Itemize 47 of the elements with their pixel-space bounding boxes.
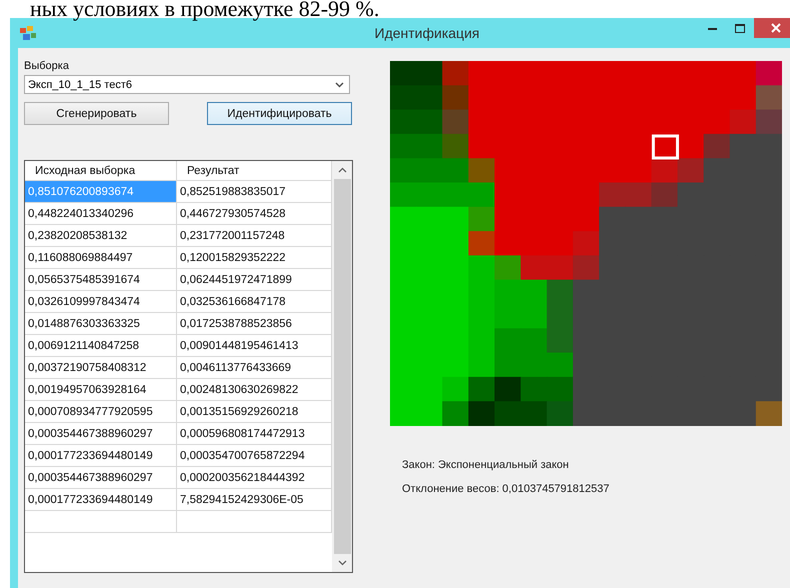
sample-dropdown[interactable]: Эксп_10_1_15 тест6: [24, 75, 350, 94]
table-cell[interactable]: 0,00194957063928164: [25, 379, 177, 400]
maximize-icon: [735, 24, 745, 32]
table-cell[interactable]: 0,446727930574528: [177, 203, 332, 224]
table-cell[interactable]: 7,58294152429306E-05: [177, 489, 332, 510]
minimize-icon: [708, 26, 716, 30]
table-cell[interactable]: 0,000177233694480149: [25, 445, 177, 466]
table-cell[interactable]: 0,00248130630269822: [177, 379, 332, 400]
table-cell[interactable]: 0,000200356218444392: [177, 467, 332, 488]
sample-label: Выборка: [24, 60, 70, 72]
table-cell[interactable]: 0,000596808174472913: [177, 423, 332, 444]
table-cell[interactable]: 0,0046113776433669: [177, 357, 332, 378]
table-cell[interactable]: 0,448224013340296: [25, 203, 177, 224]
document-text: ных условиях в промежутке 82-99 %.: [30, 0, 380, 21]
close-icon: [771, 23, 781, 33]
table-cell[interactable]: 0,0326109997843474: [25, 291, 177, 312]
table-cell[interactable]: 0,116088069884497: [25, 247, 177, 268]
table-cell[interactable]: 0,000354700765872294: [177, 445, 332, 466]
close-button[interactable]: [754, 18, 790, 38]
result-text: Закон: Экспоненциальный закон: [402, 459, 570, 471]
scroll-down-icon: [338, 560, 346, 566]
table-cell[interactable]: 0,000177233694480149: [25, 489, 177, 510]
table-cell[interactable]: 0,000354467388960297: [25, 423, 177, 444]
table-cell[interactable]: 0,000354467388960297: [25, 467, 177, 488]
chevron-down-icon: [335, 82, 344, 88]
table-cell[interactable]: 0,00901448195461413: [177, 335, 332, 356]
action-button[interactable]: Идентифицировать: [207, 102, 352, 125]
table-cell[interactable]: 0,00372190758408312: [25, 357, 177, 378]
table-cell[interactable]: 0,000708934777920595: [25, 401, 177, 422]
app-icon: [20, 26, 36, 40]
table-cell[interactable]: 0,0148876303363325: [25, 313, 177, 334]
table-cell[interactable]: 0,0565375485391674: [25, 269, 177, 290]
table-cell[interactable]: 0,0624451972471899: [177, 269, 332, 290]
scroll-up-icon: [338, 167, 346, 173]
table-cell[interactable]: 0,032536166847178: [177, 291, 332, 312]
result-text: Отклонение весов: 0,0103745791812537: [402, 483, 610, 495]
column-header[interactable]: Исходная выборка: [25, 161, 177, 180]
table-cell[interactable]: 0,00135156929260218: [177, 401, 332, 422]
table-cell[interactable]: 0,23820208538132: [25, 225, 177, 246]
window-title: Идентификация: [374, 25, 480, 41]
table-cell[interactable]: 0,231772001157248: [177, 225, 332, 246]
table-cell[interactable]: 0,0069121140847258: [25, 335, 177, 356]
table-cell[interactable]: 0,0172538788523856: [177, 313, 332, 334]
table-cell[interactable]: 0,120015829352222: [177, 247, 332, 268]
table-cell[interactable]: 0,852519883835017: [177, 181, 332, 202]
action-button[interactable]: Сгенерировать: [24, 102, 169, 125]
column-header[interactable]: Результат: [177, 161, 332, 180]
